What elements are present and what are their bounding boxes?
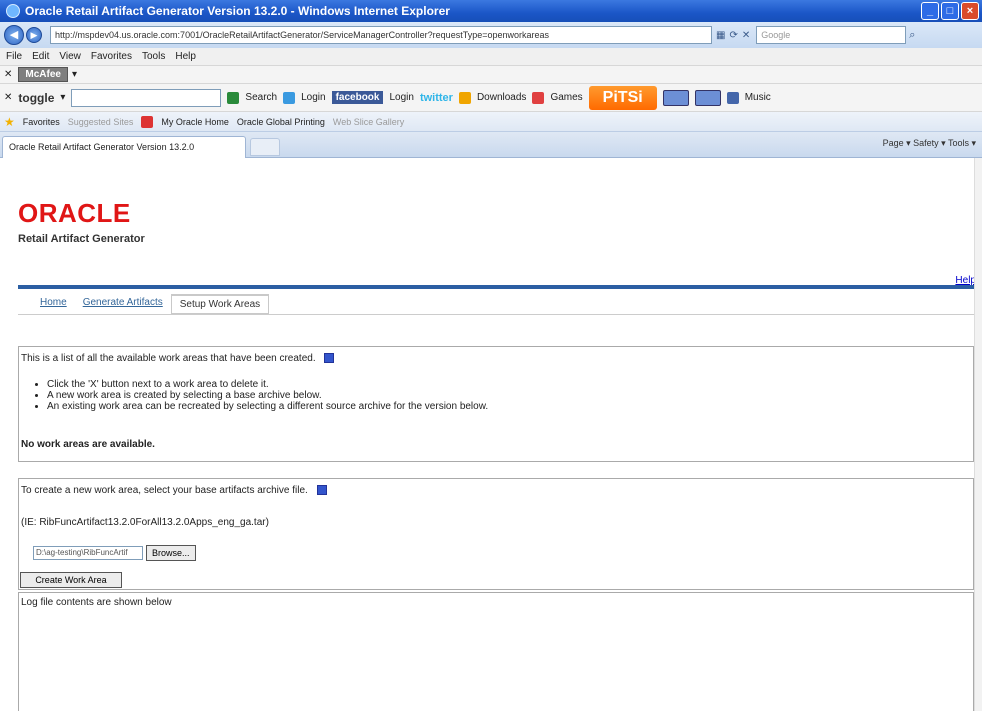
search-icon	[227, 91, 240, 104]
twitter-button[interactable]: twitter	[420, 92, 453, 104]
menu-help[interactable]: Help	[175, 51, 196, 62]
no-work-areas-message: No work areas are available.	[21, 439, 155, 450]
menu-favorites[interactable]: Favorites	[91, 51, 132, 62]
work-areas-panel: This is a list of all the available work…	[18, 346, 974, 462]
close-button[interactable]: ×	[961, 2, 979, 20]
back-button[interactable]: ◀	[4, 25, 24, 45]
fav-suggested-sites[interactable]: Suggested Sites	[68, 117, 134, 127]
maximize-button[interactable]: □	[941, 2, 959, 20]
work-areas-intro-text: This is a list of all the available work…	[21, 353, 316, 364]
stop-icon[interactable]: ✕	[742, 30, 750, 41]
games-button[interactable]: Games	[550, 92, 582, 103]
login-icon	[283, 91, 296, 104]
create-intro: To create a new work area, select your b…	[21, 485, 327, 496]
downloads-button[interactable]: Downloads	[477, 92, 526, 103]
info-icon[interactable]	[324, 353, 335, 364]
example-filename: (IE: RibFuncArtifact13.2.0ForAll13.2.0Ap…	[21, 517, 269, 528]
create-intro-text: To create a new work area, select your b…	[21, 485, 308, 496]
tab-home[interactable]: Home	[32, 294, 75, 314]
command-bar[interactable]: Page ▾ Safety ▾ Tools ▾	[883, 138, 976, 149]
list-item: Click the 'X' button next to a work area…	[47, 379, 488, 390]
brand-divider	[18, 285, 976, 289]
list-item: An existing work area can be recreated b…	[47, 401, 488, 412]
file-chooser: D:\ag-testing\RibFuncArtif Browse...	[33, 545, 196, 561]
window-controls: _ □ ×	[921, 2, 979, 20]
toolbar-search-button[interactable]: Search	[245, 92, 277, 103]
facebook-login-button[interactable]: Login	[389, 92, 413, 103]
menu-view[interactable]: View	[59, 51, 81, 62]
fav-oracle-global-printing[interactable]: Oracle Global Printing	[237, 117, 325, 127]
favorites-bar: ★ Favorites Suggested Sites My Oracle Ho…	[0, 112, 982, 132]
window-titlebar: Oracle Retail Artifact Generator Version…	[0, 0, 982, 22]
fav-my-oracle-home[interactable]: My Oracle Home	[161, 117, 229, 127]
work-areas-intro: This is a list of all the available work…	[21, 353, 335, 364]
info-icon[interactable]	[316, 485, 327, 496]
menu-file[interactable]: File	[6, 51, 22, 62]
product-name: Retail Artifact Generator	[18, 233, 145, 245]
mcafee-toolbar: ✕ McAfee ▾	[0, 66, 982, 84]
games-icon	[532, 91, 545, 104]
menu-edit[interactable]: Edit	[32, 51, 49, 62]
forward-button[interactable]: ▶	[26, 27, 42, 43]
page-scrollbar[interactable]	[974, 158, 982, 711]
toggle-search-input[interactable]	[71, 88, 222, 107]
tab-setup-work-areas[interactable]: Setup Work Areas	[170, 294, 270, 314]
mcafee-button[interactable]: McAfee	[18, 67, 68, 82]
nav-underline	[18, 314, 976, 315]
menu-bar: File Edit View Favorites Tools Help	[0, 48, 982, 66]
window-title: Oracle Retail Artifact Generator Version…	[25, 4, 450, 18]
music-button[interactable]: Music	[745, 92, 771, 103]
browser-tab-row: Oracle Retail Artifact Generator Version…	[0, 132, 982, 158]
downloads-icon	[458, 91, 471, 104]
internet-explorer-icon	[6, 4, 20, 18]
log-panel: Log file contents are shown below	[18, 592, 974, 711]
app-nav-tabs: Home Generate Artifacts Setup Work Areas	[32, 294, 270, 314]
close-toolbar-icon[interactable]: ✕	[4, 69, 12, 80]
music-icon	[726, 91, 739, 104]
create-work-area-button[interactable]: Create Work Area	[20, 572, 122, 588]
toggle-logo[interactable]: toggle	[18, 91, 54, 105]
close-toolbar-icon[interactable]: ✕	[4, 92, 12, 103]
toolbar-app-button[interactable]	[662, 89, 689, 106]
toolbar-app-button[interactable]	[694, 89, 721, 106]
browser-tab[interactable]: Oracle Retail Artifact Generator Version…	[2, 136, 246, 158]
list-item: A new work area is created by selecting …	[47, 390, 488, 401]
address-actions: ▦ ⟳ ✕	[716, 30, 750, 41]
fav-web-slice-gallery[interactable]: Web Slice Gallery	[333, 117, 404, 127]
minimize-button[interactable]: _	[921, 2, 939, 20]
refresh-icon[interactable]: ⟳	[729, 30, 737, 41]
compatibility-icon[interactable]: ▦	[716, 30, 725, 41]
instructions-list: Click the 'X' button next to a work area…	[47, 379, 488, 412]
log-label: Log file contents are shown below	[21, 597, 172, 608]
search-input[interactable]: Google	[756, 26, 907, 44]
pitsi-banner[interactable]: PiTSi	[588, 85, 657, 110]
address-input[interactable]: http://mspdev04.us.oracle.com:7001/Oracl…	[50, 26, 712, 44]
search-icon[interactable]: ⌕	[909, 29, 915, 42]
facebook-button[interactable]: facebook	[331, 91, 384, 104]
archive-file-input[interactable]: D:\ag-testing\RibFuncArtif	[33, 546, 143, 560]
address-toolbar: ◀ ▶ http://mspdev04.us.oracle.com:7001/O…	[0, 22, 982, 48]
oracle-icon	[141, 115, 154, 128]
new-tab-button[interactable]	[250, 138, 280, 156]
tab-generate-artifacts[interactable]: Generate Artifacts	[75, 294, 171, 314]
toggle-toolbar: ✕ toggle ▾ Search Login facebook Login t…	[0, 84, 982, 112]
menu-tools[interactable]: Tools	[142, 51, 165, 62]
create-work-area-panel: To create a new work area, select your b…	[18, 478, 974, 590]
browse-button[interactable]: Browse...	[146, 545, 196, 561]
favorites-button[interactable]: Favorites	[23, 117, 60, 127]
mcafee-dropdown-icon[interactable]: ▾	[72, 69, 77, 80]
toggle-dropdown-icon[interactable]: ▾	[60, 92, 65, 103]
oracle-logo: ORACLE	[18, 198, 131, 228]
favorites-star-icon: ★	[4, 114, 15, 129]
page-content: ORACLE Retail Artifact Generator Help Ho…	[0, 158, 982, 711]
toolbar-login-button[interactable]: Login	[301, 92, 325, 103]
